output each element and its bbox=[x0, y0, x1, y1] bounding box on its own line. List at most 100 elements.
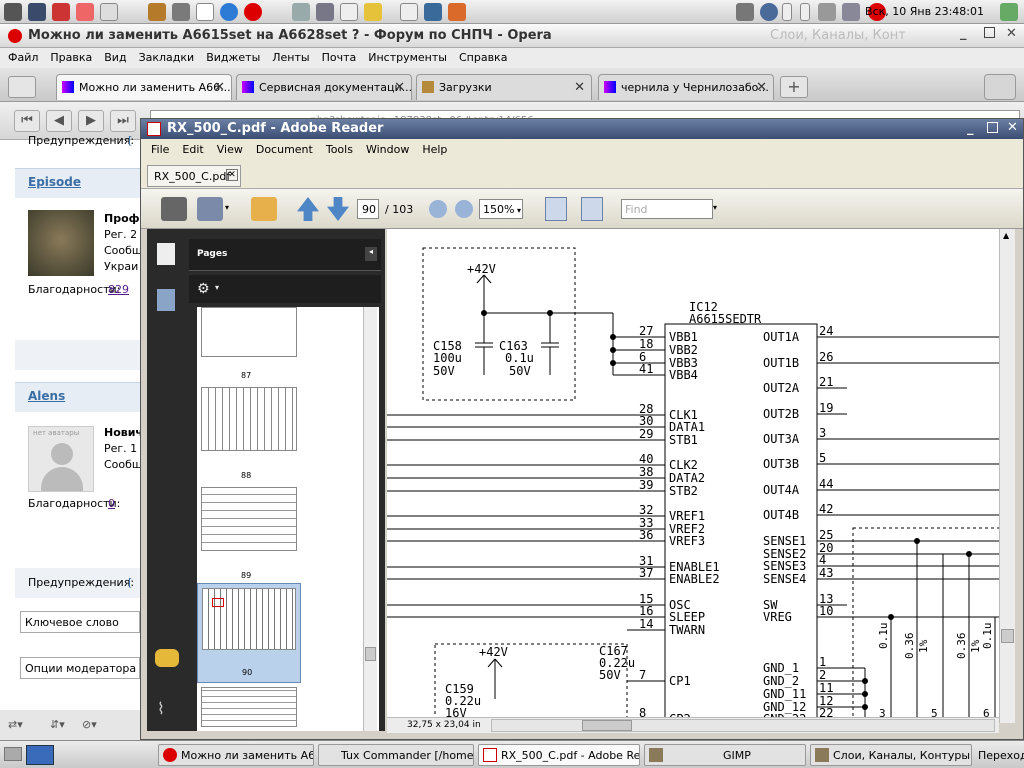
menu-tools[interactable]: Инструменты bbox=[360, 48, 451, 64]
attachments-panel-icon[interactable]: ⌇ bbox=[157, 699, 177, 721]
fit-page-icon[interactable] bbox=[581, 197, 603, 221]
menu-widgets[interactable]: Виджеты bbox=[198, 48, 264, 64]
display-icon[interactable] bbox=[818, 3, 836, 21]
archive-icon[interactable] bbox=[148, 3, 166, 21]
tab-ink[interactable]: чернила у Чернилозабо... ✕ bbox=[598, 74, 774, 100]
document-tab[interactable]: RX_500_C.pdf ✕ bbox=[147, 165, 241, 187]
sync-icon[interactable]: ⇵▾ bbox=[50, 718, 65, 731]
menu-icon[interactable] bbox=[4, 3, 22, 21]
menu-bookmarks[interactable]: Закладки bbox=[131, 48, 199, 64]
menu-mail[interactable]: Почта bbox=[314, 48, 361, 64]
zoom-out-icon[interactable] bbox=[429, 200, 447, 218]
editor-icon[interactable] bbox=[292, 3, 310, 21]
print-icon[interactable] bbox=[161, 197, 187, 221]
close-button[interactable]: ✕ bbox=[1006, 26, 1017, 41]
zoom-select[interactable]: 150% ▾ bbox=[479, 199, 523, 219]
fx-icon[interactable] bbox=[100, 3, 118, 21]
task-adobe-reader[interactable]: RX_500_C.pdf - Adobe Re... bbox=[478, 744, 640, 766]
new-tab-button[interactable]: + bbox=[780, 76, 808, 98]
thanks-count-link[interactable]: 829 bbox=[108, 283, 129, 296]
email-icon[interactable] bbox=[197, 197, 223, 221]
usb2-icon[interactable] bbox=[800, 3, 810, 21]
next-page-icon[interactable] bbox=[327, 197, 349, 221]
menu-feeds[interactable]: Ленты bbox=[264, 48, 313, 64]
moderator-options-select[interactable]: Опции модератора bbox=[20, 657, 140, 679]
menu-view[interactable]: Вид bbox=[96, 48, 130, 64]
logout-icon[interactable] bbox=[1000, 3, 1018, 21]
game-icon[interactable] bbox=[448, 3, 466, 21]
fit-width-icon[interactable] bbox=[545, 197, 567, 221]
horizontal-scroll-thumb[interactable] bbox=[582, 720, 632, 731]
keyword-search-input[interactable]: Ключевое слово bbox=[20, 611, 140, 633]
filemanager-icon[interactable] bbox=[316, 3, 334, 21]
menu-view[interactable]: View bbox=[207, 139, 246, 156]
thumbnail-scrollbar[interactable] bbox=[363, 307, 377, 731]
maximize-button[interactable] bbox=[984, 27, 995, 38]
menu-tools[interactable]: Tools bbox=[316, 139, 356, 156]
document-scroll-thumb[interactable] bbox=[1001, 629, 1014, 643]
username-episode[interactable]: Episode bbox=[28, 175, 81, 189]
tool-icon[interactable] bbox=[172, 3, 190, 21]
scroll-up-icon[interactable]: ▲ bbox=[1003, 231, 1009, 240]
task-opera[interactable]: Можно ли заменить А661... bbox=[158, 744, 314, 766]
terminal-icon[interactable] bbox=[28, 3, 46, 21]
camera-icon[interactable] bbox=[736, 3, 754, 21]
block-icon[interactable]: ⊘▾ bbox=[82, 718, 97, 731]
comments-panel-icon[interactable] bbox=[155, 649, 179, 667]
task-gimp-layers[interactable]: Слои, Каналы, Контуры, ... bbox=[810, 744, 972, 766]
find-input[interactable]: Find bbox=[621, 199, 713, 219]
im-icon[interactable] bbox=[424, 3, 442, 21]
menu-help[interactable]: Help bbox=[412, 139, 450, 156]
close-document-icon[interactable]: ✕ bbox=[226, 169, 238, 181]
taskbar-tray-text[interactable]: Переход bbox=[978, 749, 1024, 762]
update-icon[interactable] bbox=[760, 3, 778, 21]
thumbnail-scroll-thumb[interactable] bbox=[365, 647, 376, 661]
monitor-icon[interactable] bbox=[842, 3, 860, 21]
collapse-panel-icon[interactable]: ◂ bbox=[365, 247, 377, 261]
page-number-input[interactable]: 90 bbox=[357, 199, 379, 219]
reader-minimize-button[interactable]: _ bbox=[967, 121, 974, 136]
media-icon[interactable] bbox=[52, 3, 70, 21]
task-tux-commander[interactable]: Tux Commander [/home/... bbox=[318, 744, 474, 766]
forward-button[interactable]: ▶ bbox=[78, 110, 104, 132]
panel-toggle-button[interactable] bbox=[8, 76, 36, 98]
mail-icon[interactable] bbox=[364, 3, 382, 21]
menu-edit[interactable]: Правка bbox=[42, 48, 96, 64]
clock[interactable]: Вск, 10 Янв 23:48:01 bbox=[865, 5, 984, 18]
options-dropdown-icon[interactable]: ▾ bbox=[215, 283, 219, 292]
thanks-count-link[interactable]: 0 bbox=[108, 497, 115, 510]
menu-edit[interactable]: Edit bbox=[172, 139, 206, 156]
menu-document[interactable]: Document bbox=[246, 139, 316, 156]
tab-service-docs[interactable]: Сервисная документаци... ✕ bbox=[236, 74, 412, 100]
menu-file[interactable]: File bbox=[141, 139, 172, 156]
close-tab-icon[interactable]: ✕ bbox=[214, 80, 225, 95]
find-dropdown-icon[interactable]: ▾ bbox=[713, 203, 717, 212]
email-dropdown-icon[interactable]: ▾ bbox=[225, 203, 229, 212]
thumbnail-page-91[interactable] bbox=[201, 687, 297, 727]
workspace-switcher[interactable] bbox=[26, 745, 54, 765]
usb-icon[interactable] bbox=[782, 3, 792, 21]
rewind-button[interactable]: ⏮ bbox=[14, 110, 40, 132]
network-icon[interactable] bbox=[220, 3, 238, 21]
fast-forward-button[interactable]: ⏭ bbox=[110, 110, 136, 132]
task-gimp[interactable]: GIMP bbox=[644, 744, 806, 766]
tab-downloads[interactable]: Загрузки ✕ bbox=[416, 74, 592, 100]
thumbnail-page-89[interactable] bbox=[201, 487, 297, 551]
reader-maximize-button[interactable] bbox=[987, 122, 998, 133]
options-gear-icon[interactable]: ⚙ bbox=[197, 281, 210, 297]
bookmarks-panel-icon[interactable] bbox=[157, 289, 175, 311]
calculator-icon[interactable] bbox=[400, 3, 418, 21]
show-desktop-icon[interactable] bbox=[4, 747, 22, 761]
zoom-in-icon[interactable] bbox=[455, 200, 473, 218]
trash-button[interactable] bbox=[984, 74, 1016, 100]
document-horizontal-scrollbar[interactable] bbox=[491, 719, 995, 732]
tab-forum[interactable]: Можно ли заменить А66... ✕ bbox=[56, 74, 232, 100]
previous-page-icon[interactable] bbox=[297, 197, 319, 221]
document-vertical-scrollbar[interactable]: ▲ bbox=[999, 229, 1015, 723]
minimize-button[interactable]: _ bbox=[960, 26, 967, 41]
thumbnail-page-90-selected[interactable]: 90 bbox=[197, 583, 301, 683]
pages-panel-icon[interactable] bbox=[157, 243, 175, 265]
panel-icon[interactable]: ⇄▾ bbox=[8, 718, 23, 731]
chart-icon[interactable] bbox=[196, 3, 214, 21]
close-tab-icon[interactable]: ✕ bbox=[394, 80, 405, 95]
